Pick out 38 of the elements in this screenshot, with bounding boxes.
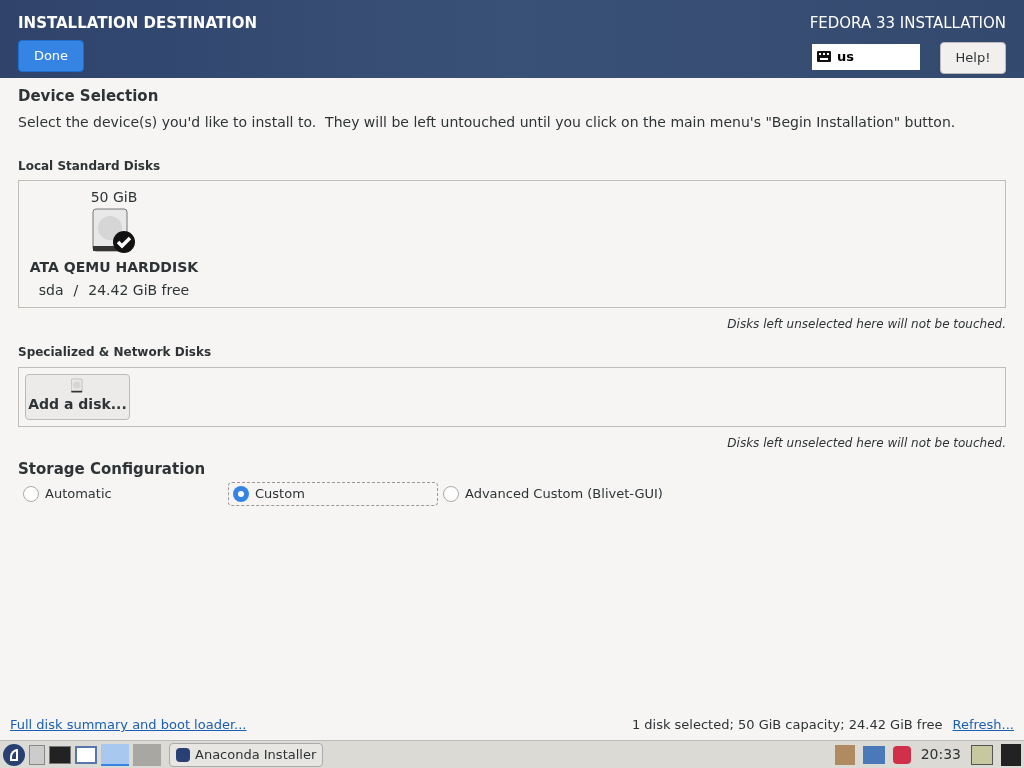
radio-button[interactable] bbox=[23, 486, 39, 502]
refresh-link[interactable]: Refresh... bbox=[952, 715, 1014, 735]
keyboard-layout-indicator[interactable]: us bbox=[812, 43, 920, 70]
separator-text: / bbox=[73, 280, 79, 300]
disk-size: 50 GiB bbox=[90, 187, 138, 207]
disk-device: sda bbox=[38, 280, 64, 300]
note-text: Disks left unselected here will not be touched. bbox=[727, 434, 1006, 452]
disk-free-space: 24.42 GiB free bbox=[88, 280, 190, 300]
taskbar-task-button[interactable]: Anaconda Installer bbox=[169, 742, 324, 767]
radio-option[interactable]: Automatic bbox=[18, 482, 228, 506]
radio-label: Advanced Custom (Blivet-GUI) bbox=[465, 485, 663, 504]
radio-label: Custom bbox=[255, 485, 305, 504]
description-text: Select the device(s) you'd like to install to. They will be left untouched until you click on the main menu's "Begin Installation" button. bbox=[18, 112, 957, 132]
section-heading: Local Standard Disks bbox=[18, 157, 162, 175]
workspace-switcher[interactable] bbox=[101, 743, 129, 766]
disk-summary-link[interactable]: Full disk summary and boot loader... bbox=[10, 715, 247, 735]
disk-name: ATA QEMU HARDDISK bbox=[29, 257, 199, 277]
section-heading: Device Selection bbox=[18, 86, 160, 107]
add-disk-button[interactable]: Add a disk... bbox=[25, 373, 130, 420]
radio-button[interactable] bbox=[443, 486, 459, 502]
fedora-logo-icon[interactable] bbox=[3, 743, 25, 766]
product-title: FEDORA 33 INSTALLATION bbox=[809, 13, 1006, 34]
help-button[interactable]: Help! bbox=[940, 41, 1006, 74]
note-text: Disks left unselected here will not be touched. bbox=[727, 315, 1006, 333]
workspace-switcher[interactable] bbox=[133, 743, 161, 766]
app-icon bbox=[176, 747, 190, 762]
radio-button[interactable] bbox=[233, 486, 249, 502]
radio-option[interactable]: Custom bbox=[228, 482, 438, 506]
section-heading: Specialized & Network Disks bbox=[18, 343, 213, 361]
page-title: INSTALLATION DESTINATION bbox=[18, 13, 257, 34]
section-heading: Storage Configuration bbox=[18, 458, 207, 480]
clock: 20:33 bbox=[920, 745, 961, 764]
keyboard-icon bbox=[817, 51, 831, 62]
radio-label: Automatic bbox=[45, 485, 112, 504]
keyboard-layout-label: us bbox=[837, 47, 854, 66]
disk-item[interactable]: 50 GiB ATA QEMU HARDDISK sda / 24.42 GiB free bbox=[19, 180, 209, 307]
selection-summary: 1 disk selected; 50 GiB capacity; 24.42 GiB free bbox=[631, 716, 943, 735]
done-button[interactable]: Done bbox=[18, 39, 84, 72]
